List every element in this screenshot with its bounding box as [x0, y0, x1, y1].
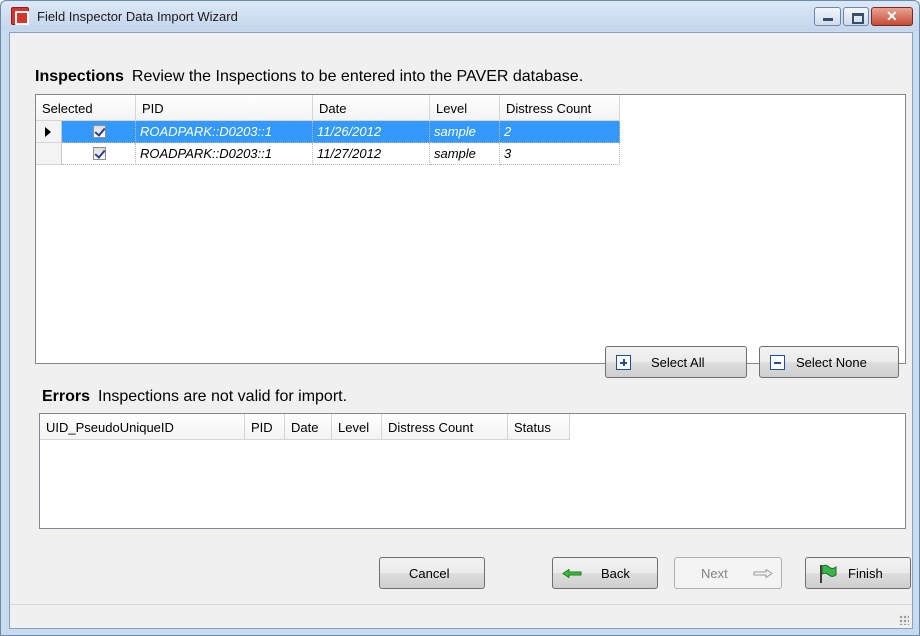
errors-grid[interactable]: UID_PseudoUniqueID PID Date Level Distre…	[39, 413, 906, 529]
minus-box-icon	[770, 355, 785, 370]
column-header-pid[interactable]: PID	[136, 95, 313, 121]
wizard-window: Field Inspector Data Import Wizard Inspe…	[0, 0, 920, 636]
level-cell[interactable]: sample	[430, 143, 500, 165]
flag-icon	[820, 564, 837, 583]
title-bar[interactable]: Field Inspector Data Import Wizard	[1, 1, 919, 31]
column-header-distress-count[interactable]: Distress Count	[500, 95, 620, 121]
cancel-button[interactable]: Cancel	[379, 557, 485, 589]
errors-heading: Errors Inspections are not valid for impo…	[42, 388, 347, 406]
column-header-selected[interactable]: Selected	[36, 95, 136, 121]
column-header-date[interactable]: Date	[285, 414, 332, 440]
resize-grip-icon[interactable]	[899, 615, 909, 625]
select-none-button[interactable]: Select None	[759, 346, 899, 378]
column-header-pid[interactable]: PID	[245, 414, 285, 440]
errors-description: Inspections are not valid for import.	[98, 388, 348, 405]
row-header[interactable]	[36, 143, 62, 165]
finish-button[interactable]: Finish	[805, 557, 911, 589]
back-label: Back	[601, 566, 630, 581]
wizard-client-area: Inspections Review the Inspections to be …	[9, 32, 913, 629]
maximize-button[interactable]	[843, 7, 869, 26]
select-all-button[interactable]: Select All	[605, 346, 747, 378]
inspections-label: Inspections	[35, 68, 124, 85]
select-all-label: Select All	[651, 355, 705, 370]
close-button[interactable]	[871, 7, 913, 26]
selected-cell[interactable]	[62, 143, 136, 165]
row-header[interactable]	[36, 121, 62, 143]
column-header-status[interactable]: Status	[508, 414, 570, 440]
arrow-right-icon	[753, 569, 773, 578]
plus-box-icon	[616, 355, 631, 370]
inspections-grid[interactable]: Selected PID Date Level Distress Count R…	[35, 94, 906, 364]
column-header-distress-count[interactable]: Distress Count	[382, 414, 508, 440]
inspections-description: Review the Inspections to be entered int…	[131, 68, 584, 85]
cancel-label: Cancel	[409, 566, 450, 581]
pid-cell[interactable]: ROADPARK::D0203::1	[136, 121, 313, 143]
select-none-label: Select None	[796, 355, 867, 370]
inspections-heading: Inspections Review the Inspections to be …	[35, 68, 583, 86]
checkbox-checked-icon[interactable]	[93, 147, 106, 160]
errors-label: Errors	[42, 388, 91, 405]
column-header-level[interactable]: Level	[332, 414, 382, 440]
status-bar	[10, 604, 912, 628]
column-header-level[interactable]: Level	[430, 95, 500, 121]
date-cell[interactable]: 11/26/2012	[313, 121, 430, 143]
distress-count-cell[interactable]: 3	[500, 143, 620, 165]
app-icon	[11, 7, 29, 25]
row-pointer-icon	[45, 127, 51, 137]
finish-label: Finish	[848, 566, 883, 581]
column-header-uid[interactable]: UID_PseudoUniqueID	[40, 414, 245, 440]
next-label: Next	[701, 566, 728, 581]
date-cell[interactable]: 11/27/2012	[313, 143, 430, 165]
pid-cell[interactable]: ROADPARK::D0203::1	[136, 143, 313, 165]
back-button[interactable]: Back	[552, 557, 658, 589]
next-button[interactable]: Next	[674, 557, 782, 589]
arrow-left-icon	[562, 569, 582, 578]
selected-cell[interactable]	[62, 121, 136, 143]
column-header-date[interactable]: Date	[313, 95, 430, 121]
minimize-button[interactable]	[814, 7, 841, 26]
checkbox-checked-icon[interactable]	[93, 125, 106, 138]
level-cell[interactable]: sample	[430, 121, 500, 143]
window-title: Field Inspector Data Import Wizard	[37, 9, 238, 24]
distress-count-cell[interactable]: 2	[500, 121, 620, 143]
